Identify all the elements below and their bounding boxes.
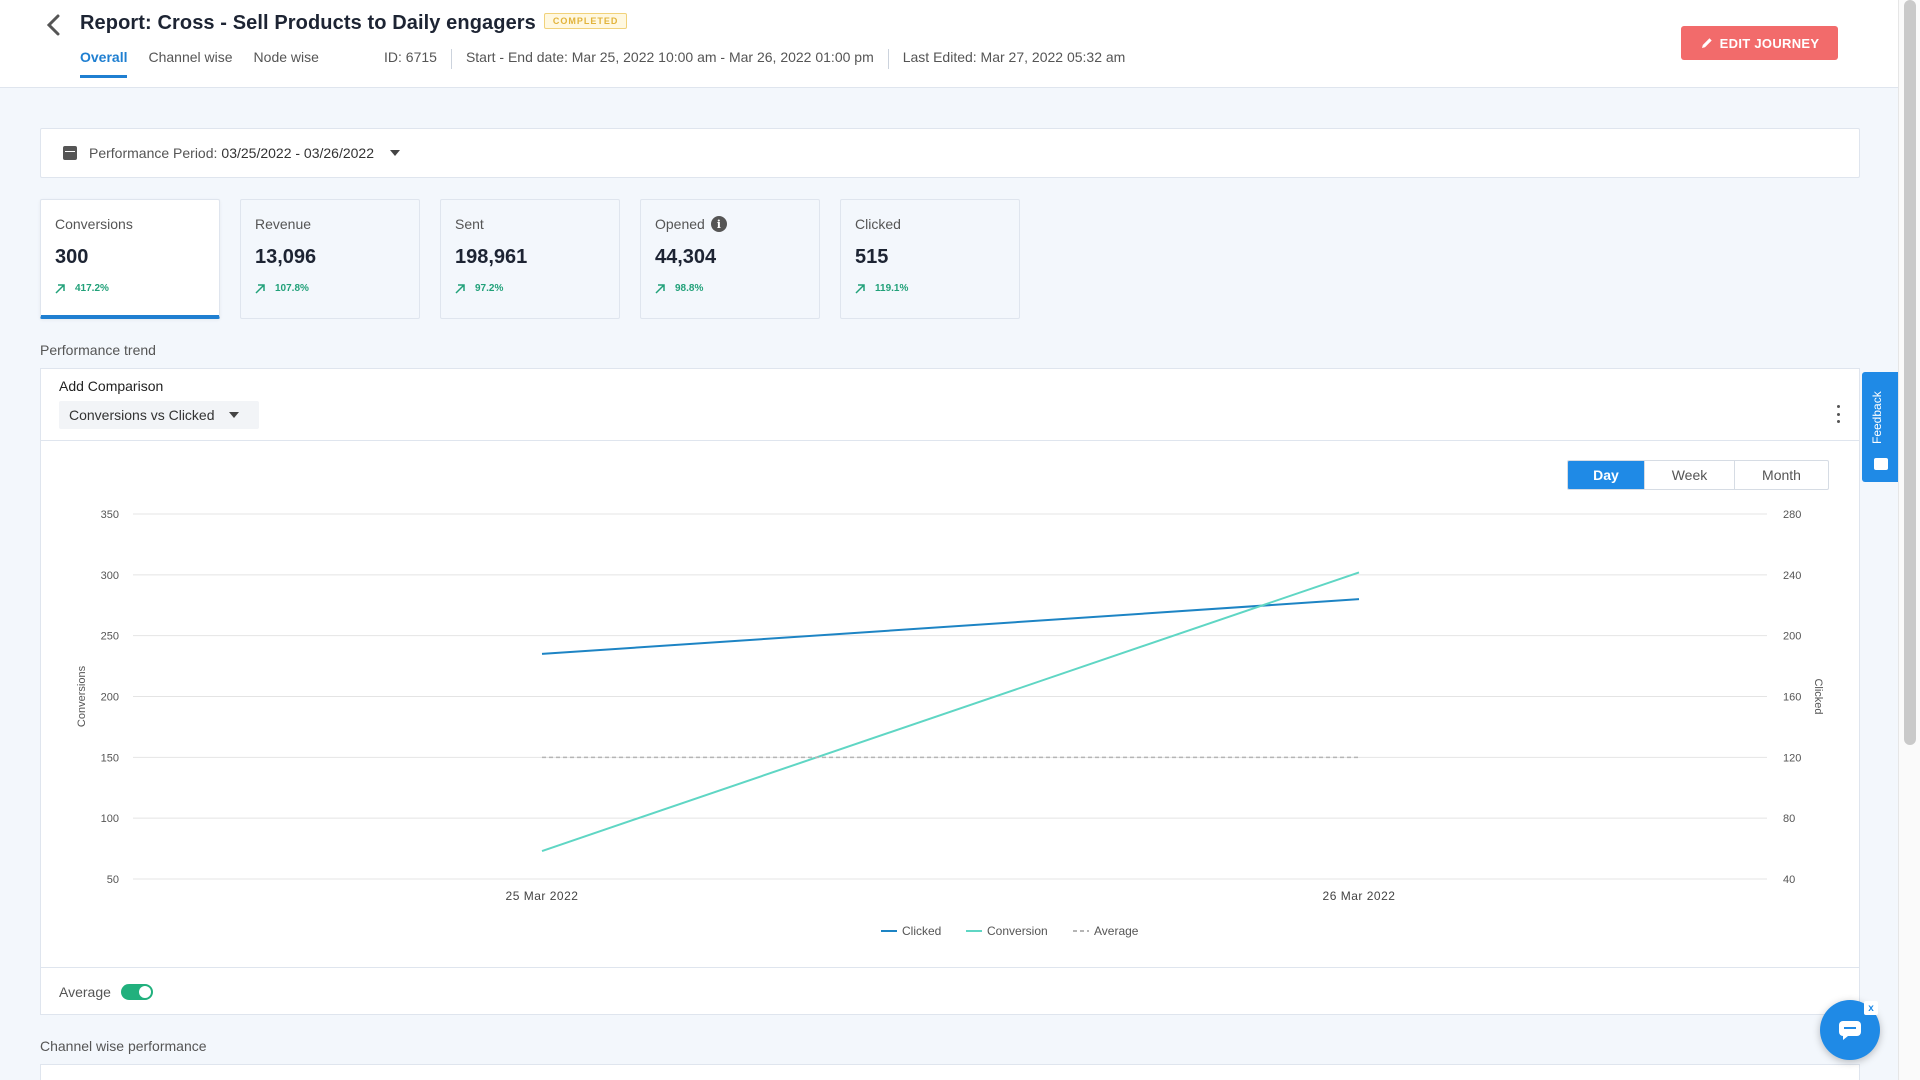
kpi-value: 44,304: [655, 246, 805, 269]
chat-close-button[interactable]: x: [1864, 1001, 1878, 1015]
average-toggle-label: Average: [59, 984, 111, 1000]
x-tick-label: 25 Mar 2022: [506, 889, 579, 903]
edit-journey-label: EDIT JOURNEY: [1720, 36, 1820, 51]
series-line-conversion: [542, 572, 1359, 851]
journey-id: ID: 6715: [384, 49, 437, 69]
legend-label-conversion: Conversion: [987, 924, 1048, 938]
tab-channel-wise[interactable]: Channel wise: [148, 49, 232, 78]
kpi-label: Clicked: [855, 216, 1005, 232]
performance-trend-panel: Add Comparison Conversions vs Clicked Da…: [40, 368, 1860, 1015]
x-tick-label: 26 Mar 2022: [1323, 889, 1396, 903]
pencil-icon: [1700, 36, 1714, 50]
performance-trend-chart: 50 100 150 200 250 300 350 40 80 120 160 200 240 280 2…: [41, 369, 1859, 966]
performance-period-select[interactable]: Performance Period: 03/25/2022 - 03/26/2…: [40, 128, 1860, 178]
kpi-value: 300: [55, 246, 205, 269]
kpi-label: Conversions: [55, 216, 205, 232]
channel-wise-performance-panel: [40, 1064, 1860, 1080]
performance-period-value: 03/25/2022 - 03/26/2022: [221, 145, 374, 161]
divider: [451, 49, 452, 69]
kpi-cards: Conversions 300 417.2% Revenue 13,096 10…: [40, 199, 1020, 319]
kpi-delta: 98.8%: [655, 283, 805, 294]
kpi-delta-value: 97.2%: [475, 283, 503, 294]
y-tick-label: 250: [101, 631, 119, 643]
arrow-up-right-icon: [255, 284, 265, 294]
page-scrollbar[interactable]: [1898, 0, 1920, 1080]
report-tabs: Overall Channel wise Node wise: [80, 49, 319, 78]
kpi-card-clicked[interactable]: Clicked 515 119.1%: [840, 199, 1020, 319]
report-header: Report: Cross - Sell Products to Daily e…: [0, 0, 1898, 88]
arrow-up-right-icon: [55, 284, 65, 294]
y-axis-title: Conversions: [76, 665, 88, 727]
kpi-delta-value: 107.8%: [275, 283, 309, 294]
y2-axis-title: Clicked: [1812, 678, 1824, 714]
report-title-text: Report: Cross - Sell Products to Daily e…: [80, 12, 536, 34]
arrow-up-right-icon: [655, 284, 665, 294]
arrow-up-right-icon: [855, 284, 865, 294]
scrollbar-thumb[interactable]: [1904, 0, 1916, 745]
report-meta: ID: 6715 Start - End date: Mar 25, 2022 …: [384, 49, 1125, 69]
y-tick-label: 300: [101, 570, 119, 582]
y-tick-label: 200: [101, 692, 119, 704]
y2-tick-label: 160: [1783, 692, 1801, 704]
info-icon[interactable]: i: [711, 216, 727, 232]
kpi-card-opened[interactable]: Opened i 44,304 98.8%: [640, 199, 820, 319]
kpi-card-revenue[interactable]: Revenue 13,096 107.8%: [240, 199, 420, 319]
kpi-delta: 97.2%: [455, 283, 605, 294]
y-tick-label: 100: [101, 813, 119, 825]
tab-node-wise[interactable]: Node wise: [254, 49, 319, 78]
y-tick-label: 150: [101, 752, 119, 764]
kpi-label: Opened i: [655, 216, 805, 232]
legend-label-clicked: Clicked: [902, 924, 941, 938]
feedback-tab[interactable]: Feedback: [1862, 372, 1898, 482]
y2-tick-label: 240: [1783, 570, 1801, 582]
y2-tick-label: 200: [1783, 631, 1801, 643]
kpi-delta: 119.1%: [855, 283, 1005, 294]
kpi-card-sent[interactable]: Sent 198,961 97.2%: [440, 199, 620, 319]
channel-wise-performance-title: Channel wise performance: [40, 1038, 207, 1054]
kpi-label: Sent: [455, 216, 605, 232]
series-line-clicked: [542, 599, 1359, 654]
y2-tick-label: 280: [1783, 509, 1801, 521]
average-toggle[interactable]: [121, 984, 153, 1000]
divider: [888, 49, 889, 69]
kpi-delta-value: 119.1%: [875, 283, 908, 294]
feedback-icon: [1874, 458, 1888, 470]
last-edited: Last Edited: Mar 27, 2022 05:32 am: [903, 49, 1126, 69]
legend-label-average: Average: [1094, 924, 1139, 938]
y-tick-label: 350: [101, 509, 119, 521]
kpi-delta: 107.8%: [255, 283, 405, 294]
performance-period-label: Performance Period:: [89, 145, 217, 161]
y2-tick-label: 120: [1783, 752, 1801, 764]
arrow-up-right-icon: [455, 284, 465, 294]
kpi-value: 515: [855, 246, 1005, 269]
kpi-value: 198,961: [455, 246, 605, 269]
journey-date-range: Start - End date: Mar 25, 2022 10:00 am …: [466, 49, 874, 69]
y-tick-label: 50: [107, 874, 119, 886]
chevron-left-icon: [46, 14, 60, 36]
kpi-delta: 417.2%: [55, 283, 205, 294]
caret-down-icon: [390, 150, 400, 156]
average-toggle-row: Average: [41, 967, 1859, 1015]
back-button[interactable]: [40, 12, 66, 38]
kpi-label: Revenue: [255, 216, 405, 232]
kpi-delta-value: 98.8%: [675, 283, 703, 294]
y2-tick-label: 80: [1783, 813, 1795, 825]
performance-trend-title: Performance trend: [40, 342, 156, 358]
kpi-delta-value: 417.2%: [75, 283, 109, 294]
kpi-card-conversions[interactable]: Conversions 300 417.2%: [40, 199, 220, 319]
status-badge: COMPLETED: [544, 13, 628, 29]
page-title: Report: Cross - Sell Products to Daily e…: [80, 12, 627, 35]
kpi-value: 13,096: [255, 246, 405, 269]
edit-journey-button[interactable]: EDIT JOURNEY: [1681, 26, 1838, 60]
feedback-label: Feedback: [1870, 391, 1884, 444]
tab-overall[interactable]: Overall: [80, 49, 127, 78]
chat-icon: [1837, 1019, 1863, 1041]
calendar-icon: [63, 146, 77, 160]
y2-tick-label: 40: [1783, 874, 1795, 886]
kpi-label-text: Opened: [655, 216, 705, 232]
